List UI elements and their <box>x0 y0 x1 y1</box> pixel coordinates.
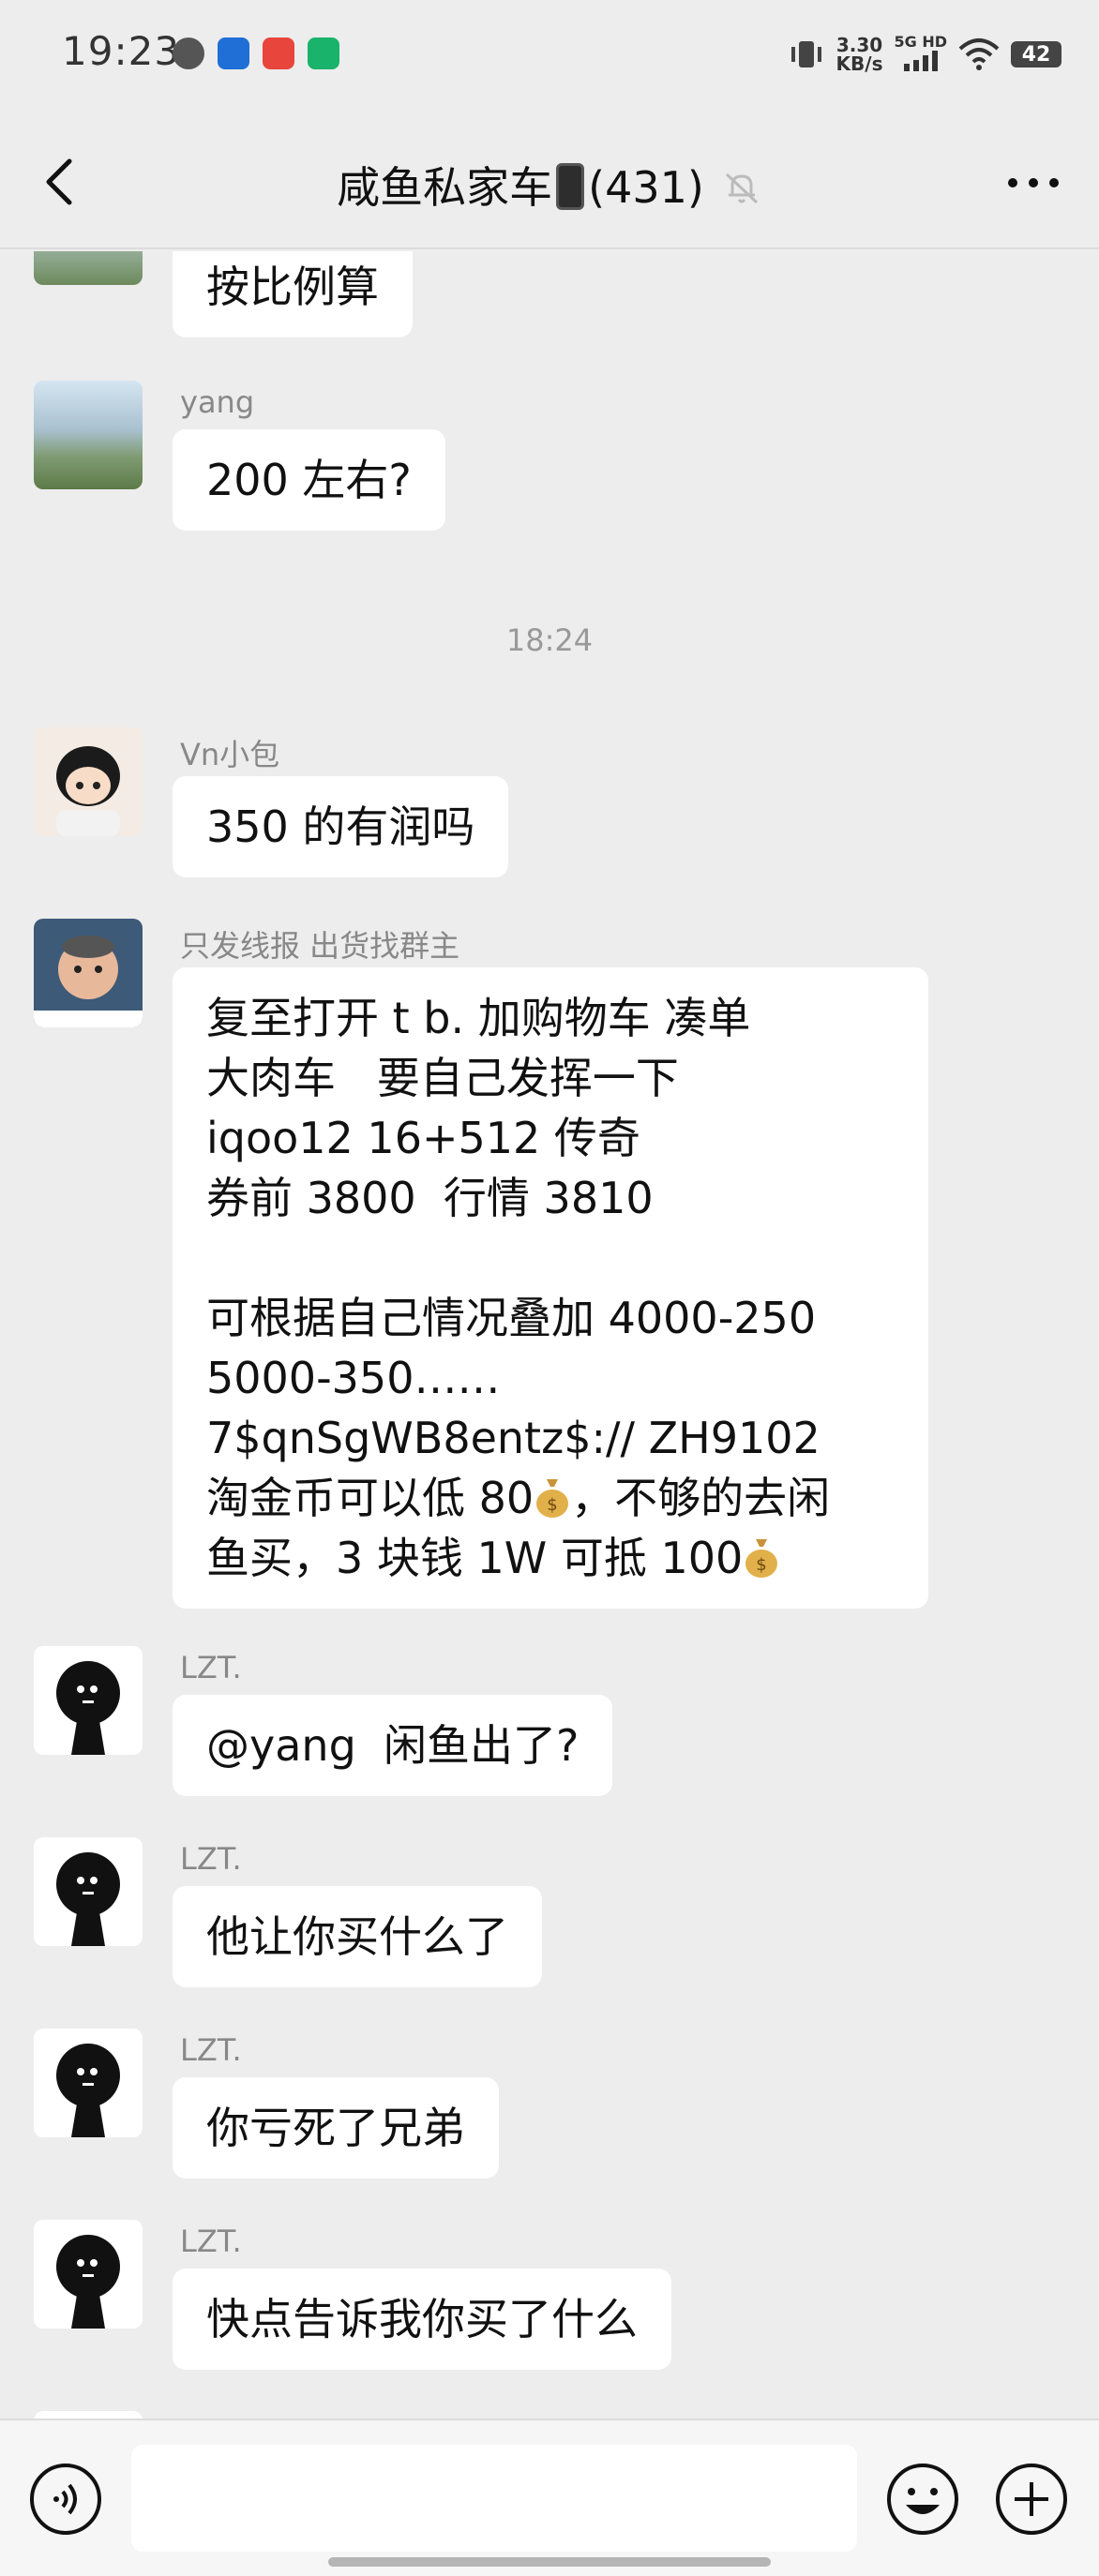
message-notification-icon <box>173 37 204 69</box>
message-line: 鱼买，3 块钱 1W 可抵 100 $ <box>206 1528 895 1588</box>
vibrate-icon <box>788 36 825 73</box>
message-line: 5000-350…… <box>206 1348 895 1408</box>
battery-indicator: 42 <box>1011 41 1061 67</box>
money-bag-icon: $ <box>743 1535 780 1579</box>
avatar-illustration <box>34 919 143 1027</box>
avatar[interactable] <box>34 2220 143 2329</box>
avatar[interactable] <box>34 727 143 836</box>
message-line-blank <box>206 1228 895 1288</box>
status-bar: 19:23 3.30 KB/s 5G HD 42 <box>0 0 1099 112</box>
message-bubble[interactable]: 350 的有润吗 <box>173 776 508 877</box>
chat-title: 咸鱼私家车 (431) <box>0 154 1099 216</box>
message-bubble[interactable]: 复至打开 t b. 加购物车 凑单 大肉车 要自己发挥一下 iqoo12 16+… <box>173 967 928 1609</box>
money-bag-icon: $ <box>534 1475 571 1519</box>
timestamp: 18:24 <box>0 622 1099 658</box>
avatar-illustration <box>34 1837 143 1946</box>
app-notification-icon <box>218 37 249 69</box>
message-bubble[interactable]: 他让你买什么了 <box>173 1886 542 1987</box>
phone-emoji-icon <box>556 163 584 210</box>
message-list[interactable]: 按比例算 yang 200 左右? 18:24 Vn小包 350 的有润吗 只发… <box>0 251 1099 2419</box>
chat-title-name: 咸鱼私家车 <box>337 162 552 213</box>
app-notification-icon <box>308 37 339 69</box>
plus-icon[interactable] <box>994 2462 1069 2537</box>
message-text: 淘金币可以低 80 <box>206 1473 534 1523</box>
status-time: 19:23 <box>62 28 180 74</box>
message-bubble[interactable]: 按比例算 <box>173 251 413 337</box>
wifi-icon <box>958 37 1000 71</box>
signal-icon <box>902 51 940 71</box>
avatar[interactable] <box>34 251 143 285</box>
chat-member-count: (431) <box>588 162 704 213</box>
emoji-icon[interactable] <box>885 2462 960 2537</box>
net-speed-value: 3.30 <box>836 36 883 54</box>
home-indicator[interactable] <box>328 2557 771 2567</box>
message-text: 鱼买，3 块钱 1W 可抵 100 <box>206 1533 743 1583</box>
avatar[interactable] <box>34 919 143 1027</box>
message-text: ，不够的去闲 <box>571 1473 830 1523</box>
sender-name: Vn小包 <box>180 731 279 774</box>
sender-name: LZT. <box>180 2032 242 2068</box>
voice-icon[interactable] <box>28 2462 103 2537</box>
avatar[interactable] <box>34 2411 143 2419</box>
avatar[interactable] <box>34 381 143 489</box>
status-right: 3.30 KB/s 5G HD 42 <box>788 28 1061 81</box>
sender-name: LZT. <box>180 2224 242 2259</box>
avatar-illustration <box>34 1646 143 1755</box>
avatar-illustration <box>34 2029 143 2137</box>
avatar-illustration <box>34 2220 143 2329</box>
message-bubble[interactable]: 你亏死了兄弟 <box>173 2077 499 2179</box>
chat-header: 咸鱼私家车 (431) <box>0 112 1099 249</box>
avatar[interactable] <box>34 1646 143 1755</box>
message-bubble[interactable]: 200 左右? <box>173 429 445 531</box>
sender-name: LZT. <box>180 1650 242 1685</box>
network-label: 5G HD <box>894 34 947 51</box>
message-line: 7$qnSgWB8entz$:// ZH9102 <box>206 1408 895 1468</box>
network-indicator: 5G HD <box>894 34 947 75</box>
sender-name: 只发线报 出货找群主 <box>180 922 459 966</box>
message-line: 可根据自己情况叠加 4000-250 <box>206 1288 895 1348</box>
avatar[interactable] <box>34 1837 143 1946</box>
message-line: 券前 3800 行情 3810 <box>206 1168 895 1228</box>
avatar-illustration <box>34 727 143 836</box>
sender-name: yang <box>180 384 254 420</box>
message-line: 复至打开 t b. 加购物车 凑单 <box>206 988 895 1048</box>
avatar[interactable] <box>34 2029 143 2137</box>
net-speed-unit: KB/s <box>836 54 883 73</box>
net-speed: 3.30 KB/s <box>836 36 883 73</box>
svg-text:$: $ <box>757 1555 767 1575</box>
mute-bell-icon <box>721 167 762 208</box>
app-notification-icon <box>263 37 294 69</box>
sender-name: LZT. <box>180 1841 242 1877</box>
svg-text:$: $ <box>547 1495 557 1515</box>
message-bubble[interactable]: 快点告诉我你买了什么 <box>173 2269 671 2370</box>
message-line: 大肉车 要自己发挥一下 <box>206 1048 895 1108</box>
more-icon[interactable] <box>1005 169 1061 197</box>
message-line: iqoo12 16+512 传奇 <box>206 1108 895 1168</box>
input-bar <box>0 2419 1099 2576</box>
message-line: 淘金币可以低 80 $ ，不够的去闲 <box>206 1468 895 1528</box>
message-bubble[interactable]: @yang 闲鱼出了? <box>173 1695 612 1796</box>
message-input[interactable] <box>131 2445 857 2552</box>
